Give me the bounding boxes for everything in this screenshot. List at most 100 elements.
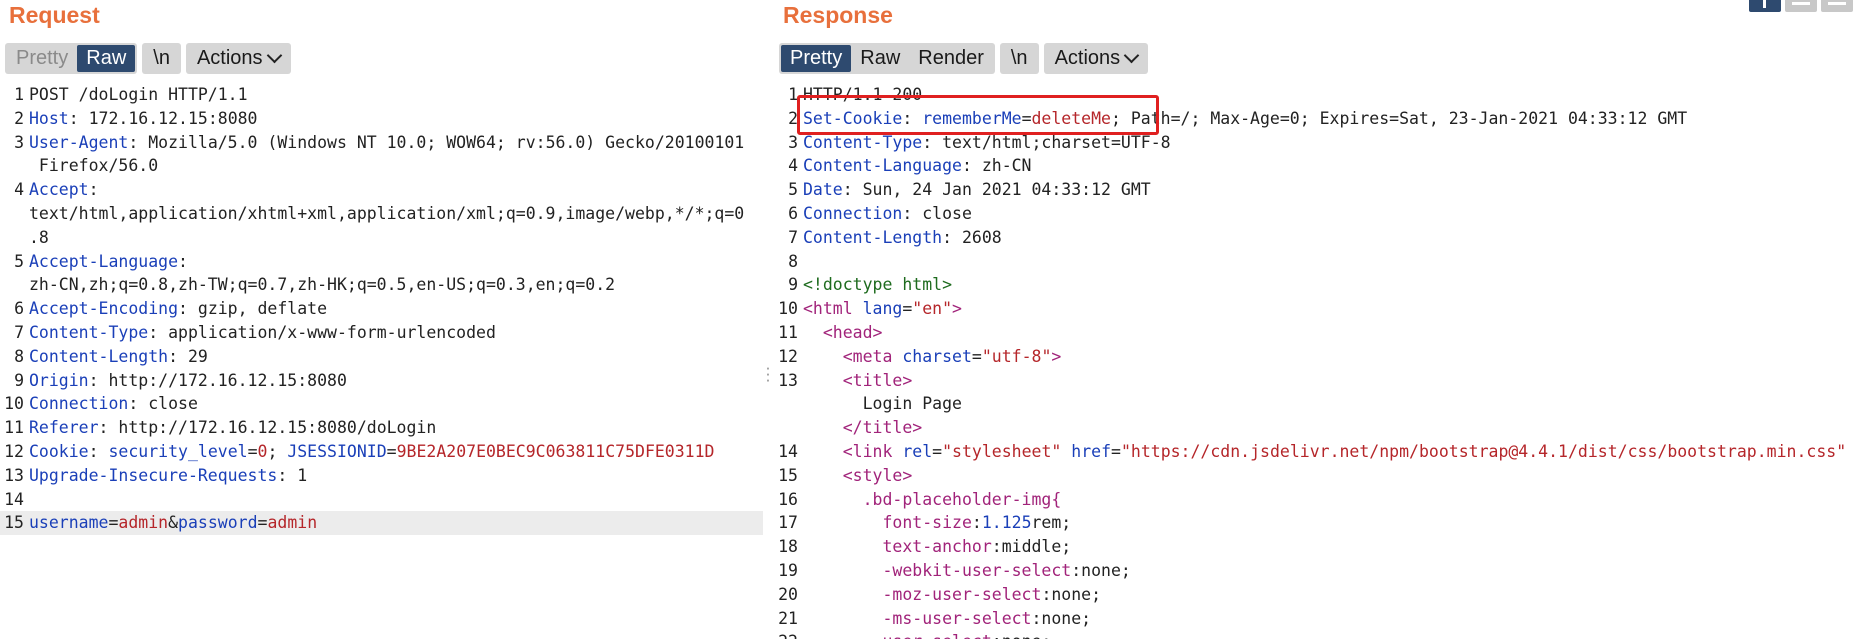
- line-number: 3: [14, 132, 24, 152]
- code-token: : close: [128, 394, 198, 414]
- code-token: : Mozilla/5.0 (Windows NT 10.0; WOW64; r…: [128, 132, 745, 152]
- code-line: Firefox/56.0: [0, 154, 763, 178]
- code-text: -ms-user-select:none;: [803, 607, 1091, 631]
- chevron-down-icon: [266, 47, 282, 64]
- line-number: [0, 202, 29, 226]
- pane-splitter-handle[interactable]: · · ·: [764, 363, 772, 387]
- code-text: Origin: http://172.16.12.15:8080: [29, 369, 347, 393]
- code-token: admin: [267, 513, 318, 533]
- code-line: 12 Cookie: security_level=0; JSESSIONID=9…: [0, 440, 763, 464]
- request-editor[interactable]: 1 POST /doLogin HTTP/1.1 2 Host: 172.16.12.…: [0, 83, 763, 639]
- line-number: 11: [4, 418, 24, 438]
- code-token: :none;: [1041, 584, 1102, 604]
- code-token: Upgrade-Insecure-Requests: [29, 465, 278, 485]
- line-number: [774, 392, 803, 416]
- code-token: : Sun, 24 Jan 2021 04:33:12 GMT: [842, 180, 1151, 200]
- line-number: 4: [788, 156, 798, 176]
- line-number: 18: [778, 537, 798, 557]
- tab-raw[interactable]: Raw: [851, 45, 909, 72]
- line-number: [0, 154, 29, 178]
- code-line: 5 Date: Sun, 24 Jan 2021 04:33:12 GMT: [774, 178, 1859, 202]
- line-number: 2: [14, 108, 24, 128]
- code-token: =: [386, 441, 397, 461]
- layout-tabs-icon[interactable]: [1821, 0, 1853, 12]
- code-text: -moz-user-select:none;: [803, 583, 1101, 607]
- code-line: 14 <link rel="stylesheet" href="https://…: [774, 440, 1859, 464]
- code-token: =: [1111, 441, 1121, 461]
- code-line: 18 text-anchor:middle;: [774, 535, 1859, 559]
- code-token: &: [168, 513, 179, 533]
- code-token: <meta: [842, 346, 903, 366]
- tab-pretty[interactable]: Pretty: [781, 45, 852, 72]
- code-text: Login Page: [803, 392, 962, 416]
- layout-horizontal-icon[interactable]: [1785, 0, 1817, 12]
- code-token: : zh-CN: [961, 156, 1032, 176]
- code-text: User-Agent: Mozilla/5.0 (Windows NT 10.0…: [29, 131, 744, 155]
- response-toolbar: Pretty Raw Render \n Actions: [779, 43, 1149, 74]
- code-token: =: [932, 441, 943, 461]
- line-number: [0, 273, 29, 297]
- code-line: 4 Accept:: [0, 178, 763, 202]
- code-token: >: [1051, 346, 1062, 366]
- code-token: <title>: [842, 370, 913, 390]
- code-text: <head>: [803, 321, 883, 345]
- code-token: .bd-placeholder-img{: [862, 489, 1062, 509]
- response-editor[interactable]: 1 HTTP/1.1 200 2 Set-Cookie: rememberMe=del…: [774, 83, 1859, 639]
- line-number: 12: [778, 346, 798, 366]
- line-number: 22: [774, 630, 803, 639]
- code-token: =: [108, 513, 119, 533]
- code-token: :middle;: [991, 537, 1072, 557]
- code-token: 1.125: [981, 513, 1032, 533]
- actions-button[interactable]: Actions: [188, 45, 289, 72]
- tab-render[interactable]: Render: [909, 45, 993, 72]
- code-token: Origin: [29, 370, 89, 390]
- code-text: <html lang="en">: [803, 297, 962, 321]
- code-token: =: [902, 299, 913, 319]
- code-token: -webkit-user-select: [882, 560, 1072, 580]
- code-token: password: [178, 513, 258, 533]
- code-token: :: [88, 180, 99, 200]
- line-number: 7: [788, 227, 798, 247]
- code-token: : 2608: [942, 227, 1002, 247]
- line-number: 13: [4, 465, 24, 485]
- line-number: 5: [14, 251, 24, 271]
- code-token: : 29: [168, 346, 208, 366]
- code-line: 10 <html lang="en">: [774, 297, 1859, 321]
- code-token: 9BE2A207E0BEC9C063811C75DFE0311D: [396, 441, 715, 461]
- newline-toggle-group: \n: [999, 43, 1039, 74]
- code-line: .8: [0, 226, 763, 250]
- code-text: <link rel="stylesheet" href="https://cdn…: [803, 440, 1846, 464]
- tab-pretty[interactable]: Pretty: [7, 45, 77, 72]
- line-number: 6: [14, 299, 24, 319]
- layout-split-icon[interactable]: [1749, 0, 1781, 12]
- code-text: Accept:: [29, 178, 99, 202]
- code-token: Connection: [29, 394, 129, 414]
- actions-button[interactable]: Actions: [1046, 45, 1147, 72]
- code-token: "en": [912, 299, 953, 319]
- request-title: Request: [9, 2, 100, 28]
- request-toolbar: Pretty Raw \n Actions: [5, 43, 291, 74]
- code-line: 1 POST /doLogin HTTP/1.1: [0, 83, 763, 107]
- code-text: Content-Language: zh-CN: [803, 154, 1032, 178]
- actions-group: Actions: [1043, 43, 1149, 74]
- code-token: rem;: [1031, 513, 1072, 533]
- code-token: text/html,application/xhtml+xml,applicat…: [29, 203, 745, 223]
- code-text: Content-Type: application/x-www-form-url…: [29, 321, 496, 345]
- code-text: <!doctype html>: [803, 273, 952, 297]
- newline-toggle-button[interactable]: \n: [144, 45, 179, 72]
- line-number: 21: [778, 608, 798, 628]
- code-line: text/html,application/xhtml+xml,applicat…: [0, 202, 763, 226]
- code-token: Firefox/56.0: [29, 156, 159, 176]
- newline-toggle-button[interactable]: \n: [1002, 45, 1037, 72]
- tab-raw[interactable]: Raw: [77, 45, 136, 72]
- code-token: =: [247, 441, 258, 461]
- code-token: Connection: [803, 203, 903, 223]
- code-text: Firefox/56.0: [29, 154, 158, 178]
- line-number: 9: [788, 275, 798, 295]
- code-token: Referer: [29, 418, 99, 438]
- code-line: 4 Content-Language: zh-CN: [774, 154, 1859, 178]
